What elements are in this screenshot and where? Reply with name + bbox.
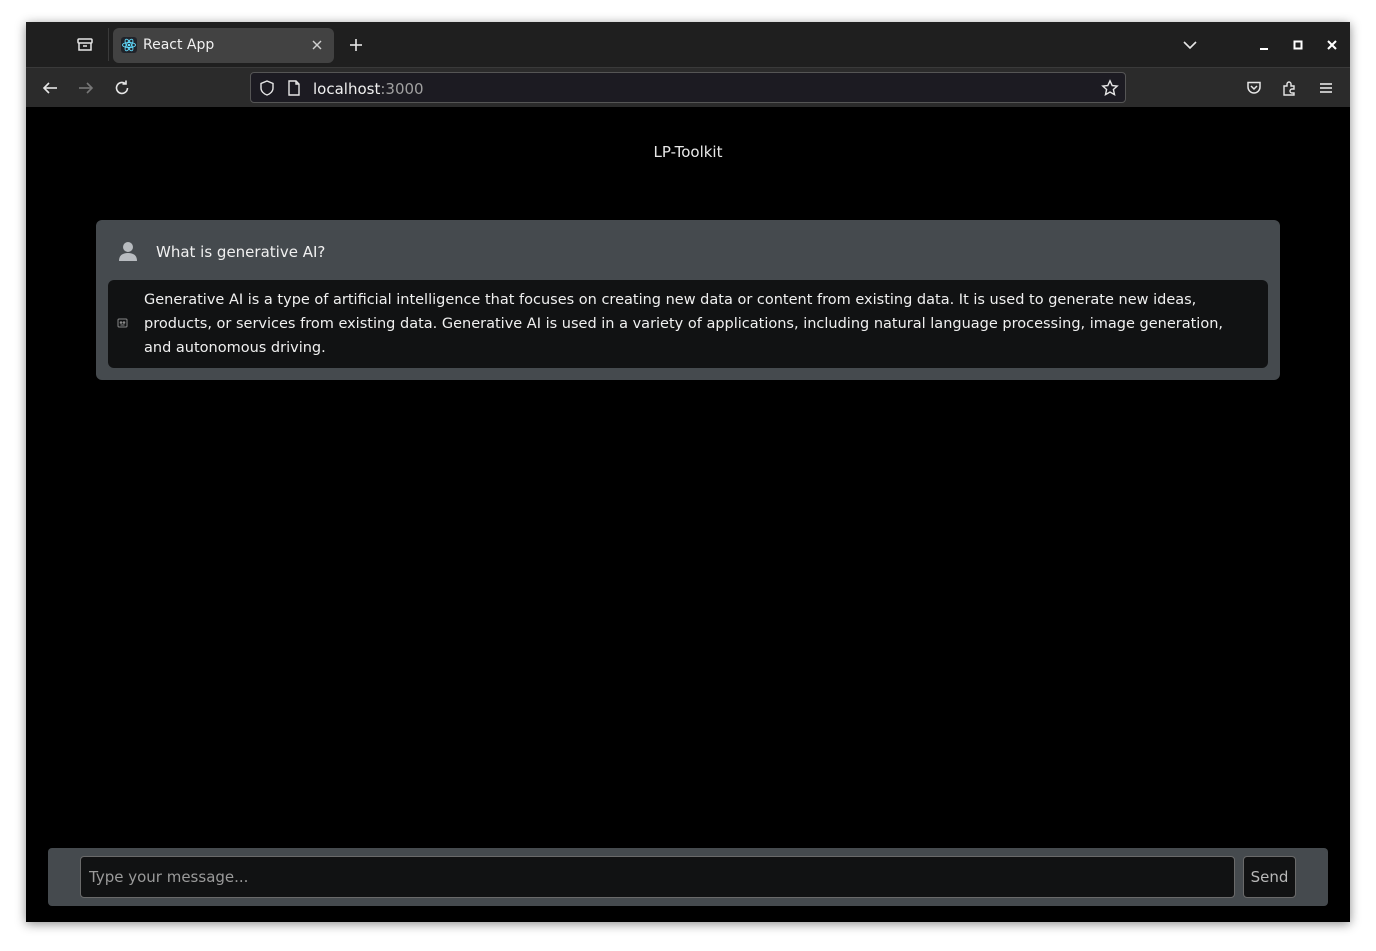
- chat-exchange: What is generative AI? Generative AI is …: [96, 220, 1280, 380]
- back-arrow-icon[interactable]: [39, 77, 61, 99]
- message-input[interactable]: [80, 856, 1235, 898]
- pocket-icon[interactable]: [1243, 77, 1265, 99]
- page-content: LP-Toolkit What is generative AI? Genera…: [26, 107, 1350, 922]
- shield-icon[interactable]: [258, 79, 276, 97]
- app-title: LP-Toolkit: [653, 143, 723, 161]
- url-port: :3000: [380, 80, 424, 98]
- robot-icon: [117, 318, 128, 328]
- page-info-icon[interactable]: [286, 79, 302, 97]
- reload-icon[interactable]: [111, 77, 133, 99]
- maximize-icon[interactable]: [1287, 34, 1309, 56]
- tab-strip: React App: [26, 22, 1350, 67]
- user-message: What is generative AI?: [96, 220, 1280, 280]
- close-window-icon[interactable]: [1321, 34, 1343, 56]
- close-tab-icon[interactable]: [308, 36, 326, 54]
- list-all-tabs-icon[interactable]: [1179, 34, 1201, 56]
- message-composer: Send: [48, 848, 1328, 906]
- tab-separator: [108, 28, 109, 61]
- tab-title: React App: [143, 37, 215, 53]
- new-tab-icon[interactable]: [345, 34, 367, 56]
- user-message-text: What is generative AI?: [156, 243, 326, 261]
- minimize-icon[interactable]: [1253, 34, 1275, 56]
- react-logo-icon: [121, 37, 137, 53]
- url-host: localhost: [313, 80, 381, 98]
- bot-message-text: Generative AI is a type of artificial in…: [144, 292, 1223, 356]
- tab-react-app[interactable]: React App: [113, 28, 334, 63]
- forward-arrow-icon[interactable]: [75, 77, 97, 99]
- browser-window: React App localhost:3000 LP-Toolkit What…: [26, 22, 1350, 922]
- url-text[interactable]: localhost:3000: [313, 80, 424, 98]
- extensions-icon[interactable]: [1279, 77, 1301, 99]
- navigation-toolbar: localhost:3000: [26, 67, 1350, 108]
- user-avatar-icon: [119, 242, 137, 261]
- tab-overview-icon[interactable]: [74, 34, 96, 56]
- menu-hamburger-icon[interactable]: [1315, 77, 1337, 99]
- send-button[interactable]: Send: [1243, 856, 1296, 898]
- bot-message: Generative AI is a type of artificial in…: [108, 280, 1268, 368]
- address-bar[interactable]: localhost:3000: [250, 72, 1126, 103]
- bookmark-star-icon[interactable]: [1101, 79, 1119, 97]
